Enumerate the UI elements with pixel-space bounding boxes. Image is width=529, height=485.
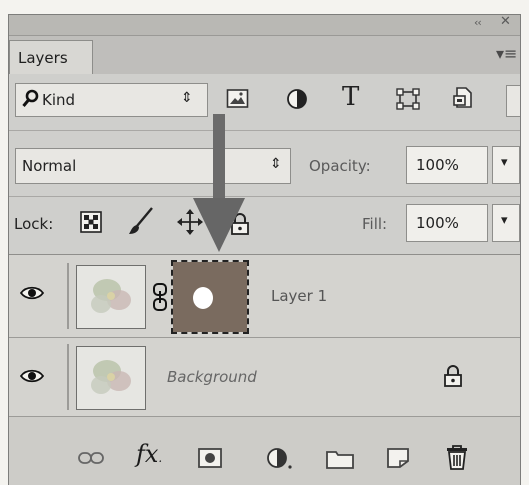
panel-menu-icon[interactable]: ▾≡ xyxy=(496,44,517,63)
adjustment-filter-icon[interactable] xyxy=(286,88,308,114)
chevron-down-icon: ▾ xyxy=(501,155,508,170)
fill-field[interactable]: 100% xyxy=(406,204,488,242)
layer-thumbnail[interactable] xyxy=(76,346,146,410)
filter-kind-label: Kind xyxy=(42,91,76,109)
link-layers-icon[interactable] xyxy=(78,450,104,469)
eye-icon[interactable] xyxy=(19,285,45,306)
delete-icon[interactable] xyxy=(446,444,468,474)
layer-mask-thumbnail[interactable] xyxy=(171,260,249,334)
annotation-arrow xyxy=(193,114,245,258)
visibility-divider xyxy=(67,263,69,329)
select-arrows-icon: ⇕ xyxy=(270,156,282,172)
fx-label: fx xyxy=(136,440,159,468)
select-arrows-icon: ⇕ xyxy=(181,90,193,106)
layer-thumbnail[interactable] xyxy=(76,265,146,329)
shape-filter-icon[interactable] xyxy=(396,88,420,114)
opacity-field[interactable]: 100% xyxy=(406,146,488,184)
filter-toggle[interactable] xyxy=(506,85,520,117)
chevron-down-icon: ▾ xyxy=(501,213,508,228)
search-icon xyxy=(22,89,40,113)
chain-link-icon[interactable] xyxy=(152,282,168,316)
pixel-filter-icon[interactable] xyxy=(226,88,250,114)
type-filter-icon[interactable]: T xyxy=(342,82,359,112)
fill-label: Fill: xyxy=(362,215,388,233)
lock-transparent-pixels-icon[interactable] xyxy=(80,211,102,237)
opacity-value: 100% xyxy=(416,156,459,174)
opacity-dropdown[interactable]: ▾ xyxy=(492,146,520,184)
add-mask-icon[interactable] xyxy=(198,448,222,472)
layer-name[interactable]: Background xyxy=(167,368,257,386)
new-group-icon[interactable] xyxy=(326,449,354,473)
eye-icon[interactable] xyxy=(19,368,45,389)
filter-kind-select[interactable]: Kind ⇕ xyxy=(15,83,208,117)
close-icon[interactable]: ✕ xyxy=(500,14,511,29)
tab-layers-label: Layers xyxy=(18,49,68,67)
layer-row-background[interactable]: Background xyxy=(9,338,520,416)
visibility-divider xyxy=(67,344,69,410)
lock-image-pixels-icon[interactable] xyxy=(128,206,154,240)
lock-icon[interactable] xyxy=(443,364,463,392)
opacity-label: Opacity: xyxy=(309,157,371,175)
lock-label: Lock: xyxy=(14,215,54,233)
collapse-icon[interactable]: ‹‹ xyxy=(474,16,482,29)
layer-row-layer-1[interactable]: Layer 1 xyxy=(9,255,520,337)
blend-mode-label: Normal xyxy=(22,157,77,175)
fill-value: 100% xyxy=(416,214,459,232)
layer-name[interactable]: Layer 1 xyxy=(271,287,327,305)
divider xyxy=(9,196,520,197)
smart-object-filter-icon[interactable] xyxy=(452,86,474,114)
tab-layers[interactable]: Layers xyxy=(9,40,93,74)
adjustment-layer-icon[interactable] xyxy=(266,447,294,475)
new-layer-icon[interactable] xyxy=(386,447,410,473)
fill-dropdown[interactable]: ▾ xyxy=(492,204,520,242)
fx-icon[interactable]: fx. xyxy=(136,440,162,468)
blend-mode-select[interactable]: Normal ⇕ xyxy=(15,148,291,184)
divider xyxy=(9,130,520,131)
panel-title-strip xyxy=(9,15,520,36)
